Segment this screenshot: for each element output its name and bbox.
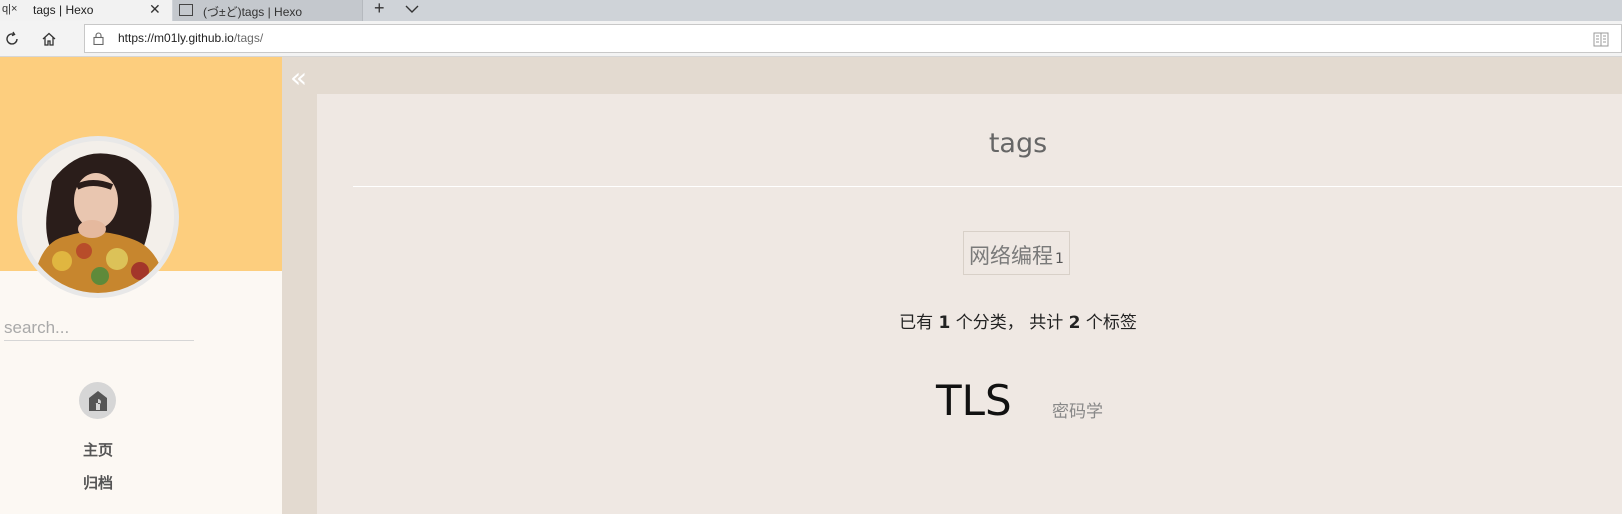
avatar[interactable] (17, 136, 179, 298)
summary-prefix: 已有 (899, 313, 934, 333)
category-total: 1 (938, 313, 951, 333)
search-input[interactable] (4, 315, 194, 341)
page-title: tags (988, 128, 1048, 159)
tag-link-tls[interactable]: TLS (936, 376, 1012, 425)
summary-suffix: 个标签 (1085, 313, 1137, 333)
category-name: 网络编程 (969, 244, 1053, 268)
category-tag[interactable]: 网络编程 1 (963, 231, 1070, 275)
menu-link-archive[interactable]: 归档 (0, 472, 196, 493)
divider (353, 186, 1622, 187)
tag-summary: 已有 1 个分类， 共计 2 个标签 (317, 308, 1622, 333)
url-path: /tags/ (233, 31, 264, 45)
menu-link-home[interactable]: 主页 (0, 439, 196, 460)
tab-title: (づ±ど)tags | Hexo (203, 5, 303, 19)
content-panel: tags 网络编程 1 已有 1 个分类， 共计 2 个标签 TLS 密码学 (317, 94, 1622, 514)
lock-icon[interactable] (93, 32, 104, 50)
tab-tags-2[interactable]: (づ±ど)tags | Hexo (173, 0, 363, 21)
tab-tags[interactable]: q|× tags | Hexo ✕ (0, 0, 172, 21)
home-button-icon[interactable] (39, 29, 59, 49)
category-count: 1 (1055, 251, 1064, 267)
page-icon (179, 4, 193, 16)
speaker-icon[interactable]: q|× (2, 3, 17, 15)
chevron-down-icon[interactable] (405, 1, 419, 19)
url-text[interactable]: https://m01ly.github.io/tags/ (118, 31, 263, 45)
new-tab-button[interactable]: + (374, 0, 385, 19)
reading-view-icon[interactable] (1593, 32, 1609, 52)
tag-link-cryptography[interactable]: 密码学 (1052, 397, 1103, 422)
summary-middle: 个分类， 共计 (955, 313, 1064, 333)
tab-title: tags | Hexo (33, 3, 94, 17)
tag-total: 2 (1068, 313, 1081, 333)
close-tab-icon[interactable]: ✕ (149, 1, 161, 18)
url-host: https://m01ly.github.io (118, 31, 234, 45)
browser-nav-bar: https://m01ly.github.io/tags/ (0, 21, 1622, 57)
avatar-image (22, 141, 174, 293)
address-bar[interactable]: https://m01ly.github.io/tags/ (84, 24, 1622, 53)
sidebar: 主页 归档 (0, 57, 282, 514)
home-icon[interactable] (79, 382, 116, 419)
collapse-sidebar-icon[interactable]: « (290, 64, 307, 92)
refresh-icon[interactable] (2, 29, 22, 49)
browser-tab-strip: q|× tags | Hexo ✕ (づ±ど)tags | Hexo + (0, 0, 1622, 21)
